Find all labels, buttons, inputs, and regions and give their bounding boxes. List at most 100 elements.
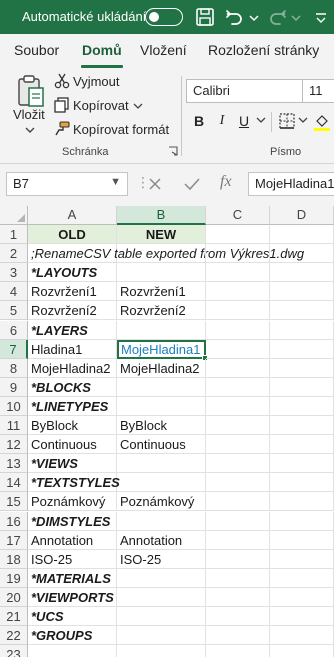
row-header-23[interactable]: 23 (0, 645, 28, 657)
cell-a12[interactable]: Continuous (28, 435, 117, 455)
cell-d19[interactable] (270, 568, 334, 588)
cell-b4[interactable]: Rozvržení1 (117, 282, 206, 302)
active-cell[interactable]: MojeHladina1 (117, 339, 206, 359)
cell-d13[interactable] (270, 454, 334, 474)
name-box[interactable]: B7 ▼ (6, 172, 128, 196)
cell-c20[interactable] (206, 587, 270, 607)
autosave-toggle[interactable] (145, 8, 183, 26)
cell-a6[interactable]: *LAYERS (28, 320, 117, 340)
cell-c18[interactable] (206, 549, 270, 569)
row-header-4[interactable]: 4 (0, 282, 28, 302)
row-header-22[interactable]: 22 (0, 626, 28, 646)
cell-b19[interactable] (117, 568, 206, 588)
cell-b2[interactable] (117, 244, 206, 264)
cell-c1[interactable] (206, 225, 270, 244)
cell-a21[interactable]: *UCS (28, 607, 117, 626)
cell-a18[interactable]: ISO-25 (28, 549, 117, 569)
cell-b18[interactable]: ISO-25 (117, 549, 206, 569)
cell-d5[interactable] (270, 301, 334, 321)
cell-a9[interactable]: *BLOCKS (28, 377, 117, 397)
insert-function-button[interactable]: fx (220, 173, 232, 191)
cell-c8[interactable] (206, 358, 270, 378)
cell-a22[interactable]: *GROUPS (28, 626, 117, 646)
cell-c15[interactable] (206, 492, 270, 512)
cell-d10[interactable] (270, 396, 334, 416)
cell-d17[interactable] (270, 530, 334, 550)
cell-b12[interactable]: Continuous (117, 435, 206, 455)
bold-button[interactable]: B (190, 111, 208, 131)
cell-b1[interactable]: NEW (117, 225, 206, 244)
chevron-down-icon[interactable]: ▼ (110, 176, 121, 188)
cell-b17[interactable]: Annotation (117, 530, 206, 550)
enter-icon[interactable] (184, 177, 200, 191)
cancel-icon[interactable] (148, 177, 162, 191)
cell-b9[interactable] (117, 377, 206, 397)
cell-c14[interactable] (206, 473, 270, 493)
cut-button[interactable]: Vyjmout (73, 74, 119, 89)
cell-d6[interactable] (270, 320, 334, 340)
row-header-3[interactable]: 3 (0, 263, 28, 283)
cell-d16[interactable] (270, 511, 334, 531)
cell-c22[interactable] (206, 626, 270, 646)
cell-d18[interactable] (270, 549, 334, 569)
cell-a10[interactable]: *LINETYPES (28, 396, 117, 416)
paste-button[interactable]: Vložit (13, 107, 45, 122)
cell-b21[interactable] (117, 607, 206, 626)
cell-d23[interactable] (270, 645, 334, 657)
row-header-1[interactable]: 1 (0, 225, 28, 244)
italic-button[interactable]: I (213, 111, 231, 131)
cell-b13[interactable] (117, 454, 206, 474)
cell-d9[interactable] (270, 377, 334, 397)
row-header-11[interactable]: 11 (0, 416, 28, 435)
format-painter-button[interactable]: Kopírovat formát (73, 122, 169, 137)
cell-c9[interactable] (206, 377, 270, 397)
cell-b23[interactable] (117, 645, 206, 657)
cell-b5[interactable]: Rozvržení2 (117, 301, 206, 321)
cell-a2[interactable]: ;RenameCSV table exported from Výkres1.d… (28, 244, 304, 264)
cell-b8[interactable]: MojeHladina2 (117, 358, 206, 378)
cell-b16[interactable] (117, 511, 206, 531)
font-size-select[interactable]: 11 (302, 79, 334, 103)
cell-d3[interactable] (270, 263, 334, 283)
redo-dropdown-icon[interactable] (290, 6, 302, 28)
cell-b22[interactable] (117, 626, 206, 646)
cell-c21[interactable] (206, 607, 270, 626)
cell-c17[interactable] (206, 530, 270, 550)
column-header-c[interactable]: C (206, 206, 270, 225)
column-header-a[interactable]: A (28, 206, 117, 225)
row-header-8[interactable]: 8 (0, 358, 28, 378)
cell-c19[interactable] (206, 568, 270, 588)
save-icon[interactable] (194, 6, 216, 28)
row-header-12[interactable]: 12 (0, 435, 28, 455)
cell-d2[interactable] (270, 244, 334, 264)
cell-b20[interactable] (117, 587, 206, 607)
select-all-button[interactable] (0, 206, 28, 225)
cell-c13[interactable] (206, 454, 270, 474)
tab-page-layout[interactable]: Rozložení stránky (208, 42, 319, 58)
row-header-5[interactable]: 5 (0, 301, 28, 321)
row-header-13[interactable]: 13 (0, 454, 28, 474)
cell-d11[interactable] (270, 416, 334, 435)
customize-toolbar-icon[interactable] (314, 6, 328, 28)
cell-a20[interactable]: *VIEWPORTS (28, 587, 117, 607)
font-name-select[interactable]: Calibri (186, 79, 304, 103)
tab-file[interactable]: Soubor (14, 42, 59, 58)
underline-dropdown-icon[interactable] (256, 116, 266, 124)
row-header-9[interactable]: 9 (0, 377, 28, 397)
cell-c23[interactable] (206, 645, 270, 657)
cell-d14[interactable] (270, 473, 334, 493)
borders-dropdown-icon[interactable] (298, 116, 308, 124)
row-header-18[interactable]: 18 (0, 549, 28, 569)
cell-b11[interactable]: ByBlock (117, 416, 206, 435)
cell-a14[interactable]: *TEXTSTYLES (28, 473, 120, 493)
cell-a17[interactable]: Annotation (28, 530, 117, 550)
cell-d4[interactable] (270, 282, 334, 302)
borders-icon[interactable] (279, 113, 295, 129)
row-header-21[interactable]: 21 (0, 607, 28, 626)
cell-a5[interactable]: Rozvržení2 (28, 301, 117, 321)
underline-button[interactable]: U (235, 111, 253, 131)
cell-b3[interactable] (117, 263, 206, 283)
paste-icon[interactable] (16, 74, 46, 108)
cell-b10[interactable] (117, 396, 206, 416)
cell-c7[interactable] (206, 339, 270, 359)
